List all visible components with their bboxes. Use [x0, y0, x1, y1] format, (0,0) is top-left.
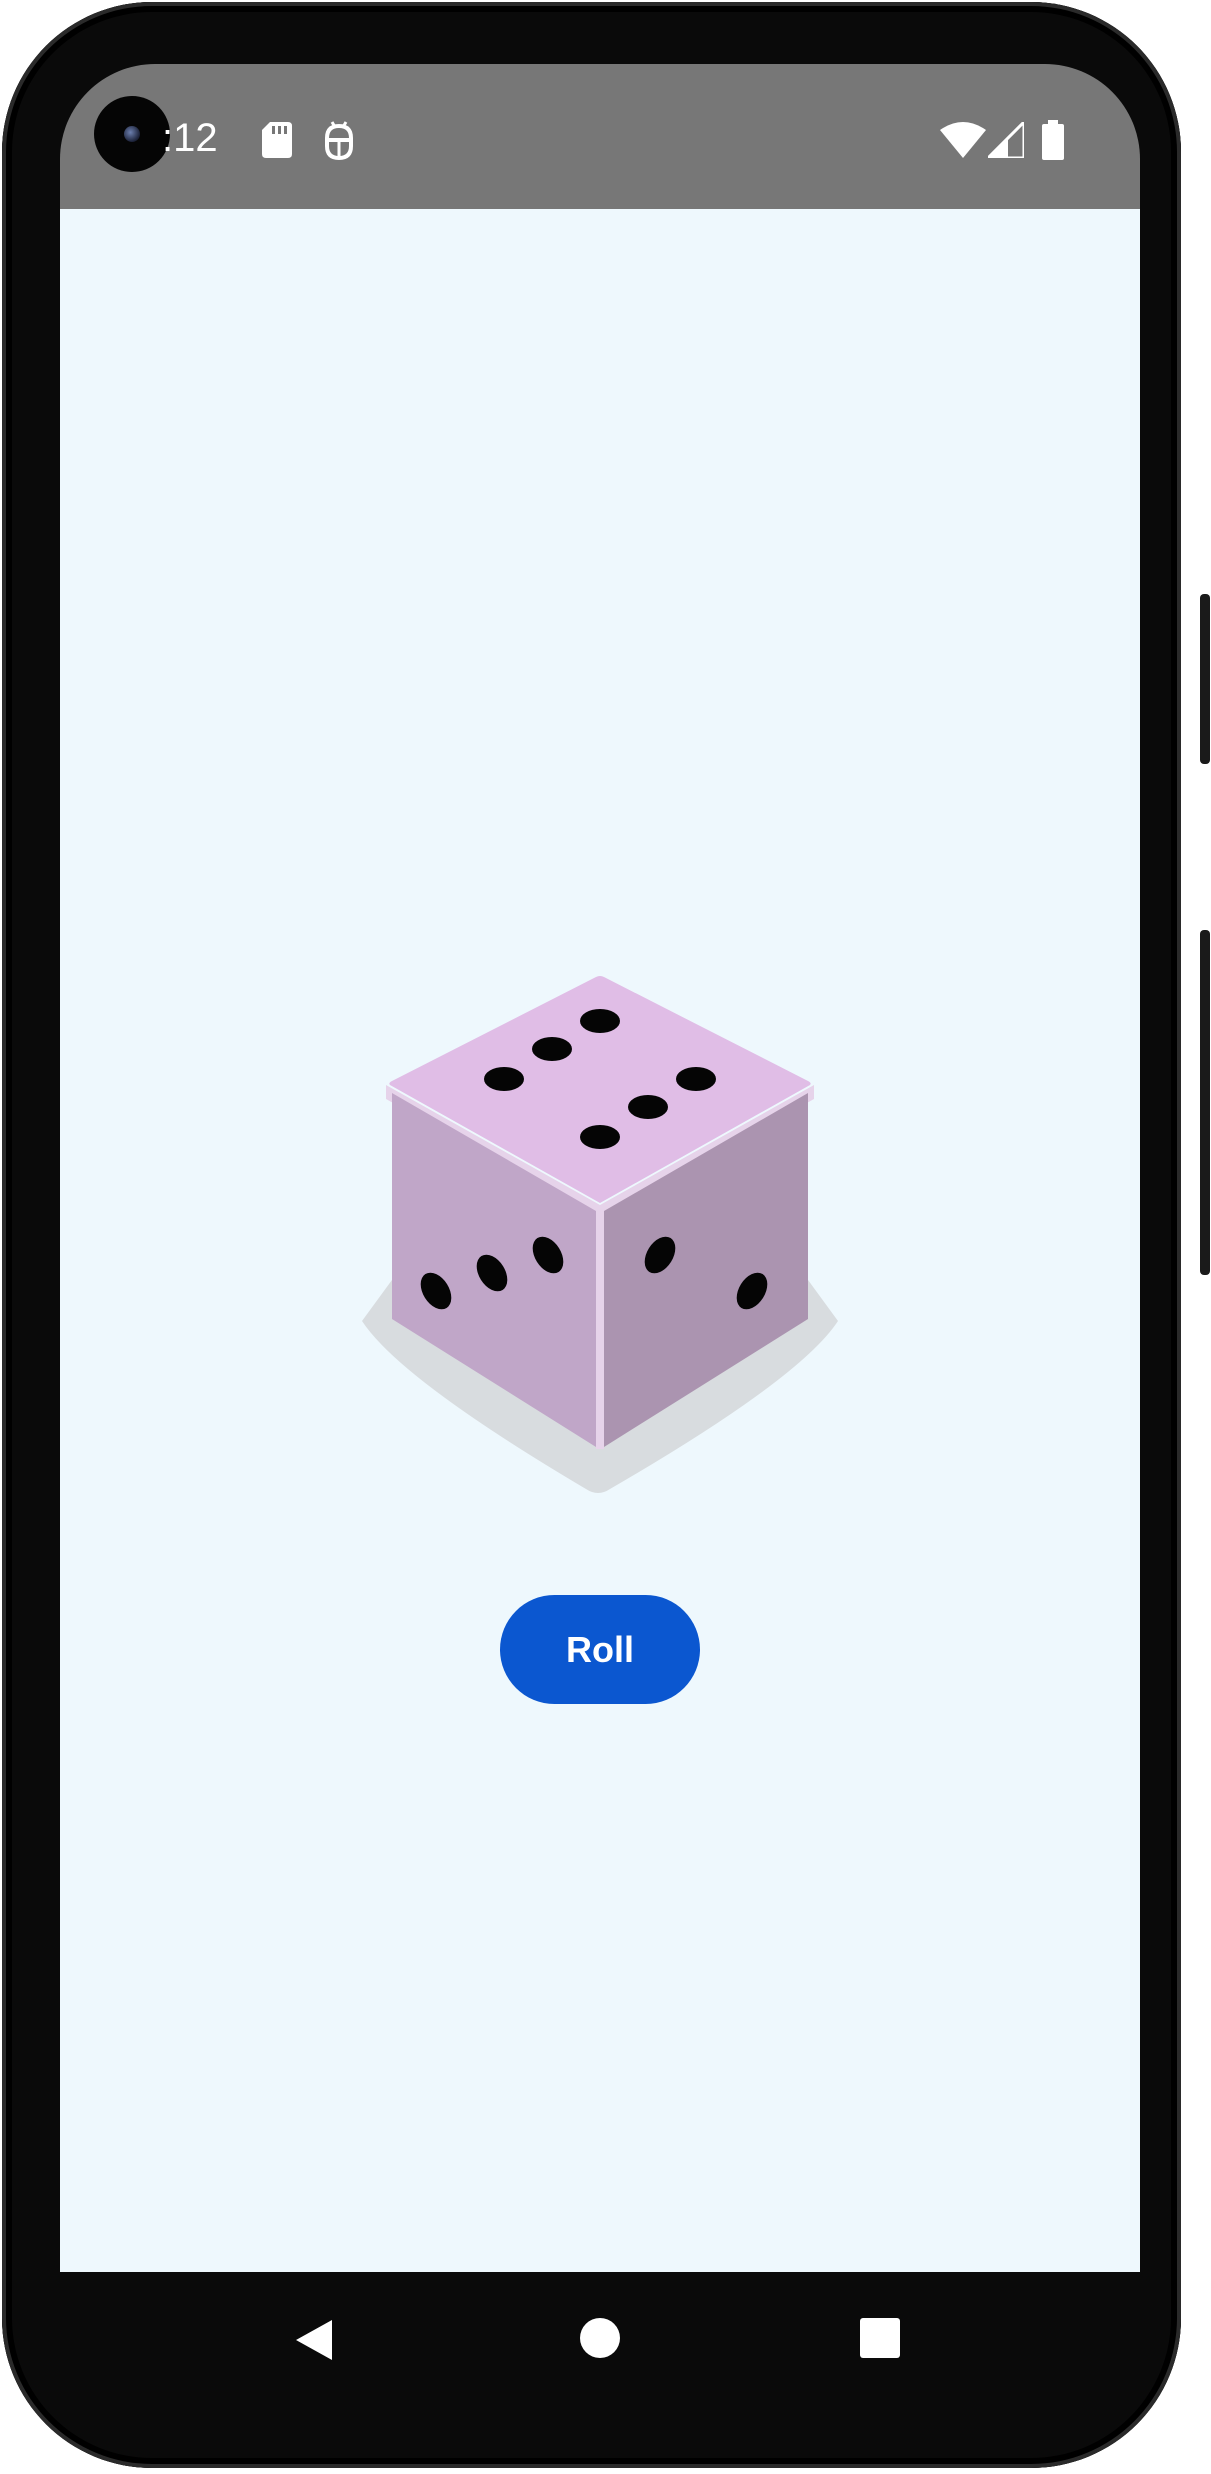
power-button: [1200, 594, 1210, 764]
back-icon[interactable]: [294, 2318, 334, 2362]
sd-card-icon: [262, 122, 292, 158]
cell-signal-icon: [988, 122, 1024, 158]
dice-pip: [676, 1067, 716, 1091]
dice-pip: [628, 1095, 668, 1119]
dice-pip: [580, 1009, 620, 1033]
dice-pip: [580, 1125, 620, 1149]
status-time: :12: [162, 116, 218, 160]
dice-pip: [532, 1037, 572, 1061]
android-debug-icon: [325, 121, 353, 160]
status-bar: :12: [60, 64, 1140, 209]
battery-icon: [1042, 120, 1064, 160]
navigation-bar: [60, 2272, 1140, 2402]
recents-icon[interactable]: [860, 2318, 900, 2358]
camera-lens: [124, 126, 140, 142]
volume-button: [1200, 930, 1210, 1275]
home-icon[interactable]: [580, 2318, 620, 2358]
camera-cutout-icon: [94, 96, 170, 172]
app-content: Roll: [60, 209, 1140, 2272]
dice-center-edge: [596, 1209, 604, 1449]
roll-button[interactable]: Roll: [500, 1595, 700, 1704]
dice-six-icon: [362, 976, 838, 1493]
dice-pip: [484, 1067, 524, 1091]
screen: :12 Roll: [60, 64, 1140, 2272]
wifi-icon: [940, 122, 986, 158]
